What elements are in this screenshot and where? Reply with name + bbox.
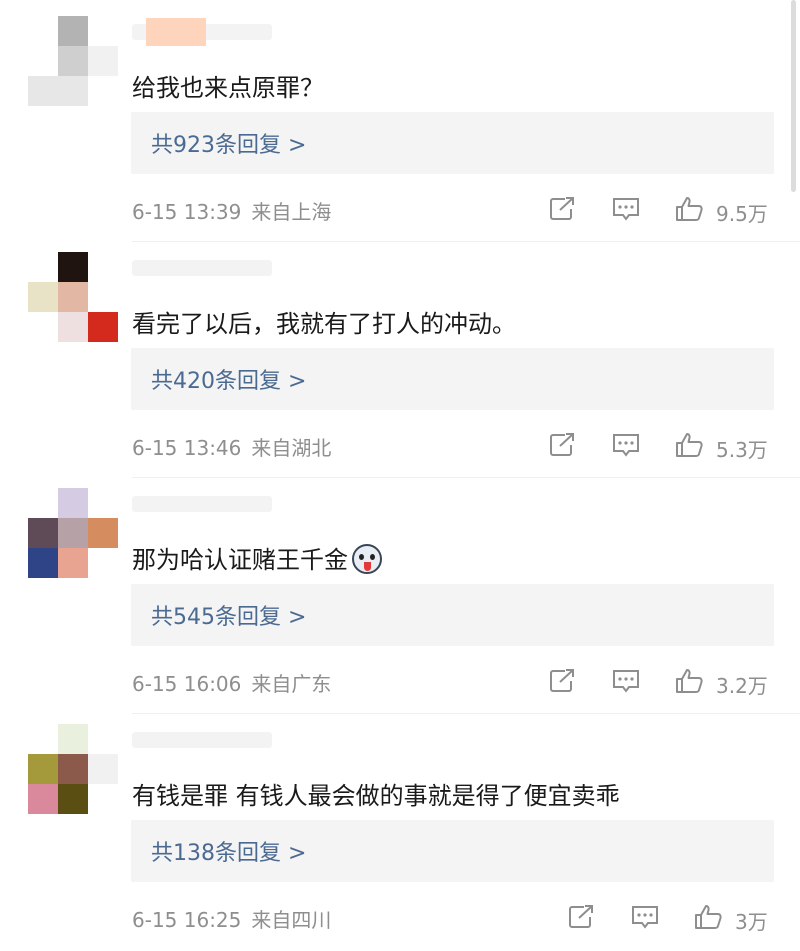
comment-text: 看完了以后，我就有了打人的冲动。 <box>132 310 516 338</box>
comment-date: 6-15 16:06 <box>132 672 242 696</box>
reply-box[interactable]: 共923条回复 > <box>131 112 774 174</box>
comment-item: 看完了以后，我就有了打人的冲动。 共420条回复 > 6-15 13:46 来自湖… <box>0 242 800 478</box>
avatar-pixel <box>88 312 118 342</box>
avatar-pixel <box>58 252 88 282</box>
avatar-pixel <box>58 76 88 106</box>
username[interactable] <box>132 492 332 514</box>
avatar-pixel <box>58 488 88 518</box>
share-icon[interactable] <box>567 904 597 930</box>
username-blurred <box>132 260 272 276</box>
comment-icon[interactable] <box>611 668 641 694</box>
comment-meta: 6-15 16:25 来自四川 <box>132 904 331 933</box>
avatar-pixel <box>28 784 58 814</box>
avatar-pixel <box>58 548 88 578</box>
username[interactable] <box>132 728 332 750</box>
avatar-pixel <box>58 784 88 814</box>
avatar-pixel <box>28 548 58 578</box>
like-icon[interactable] <box>674 668 704 694</box>
avatar-pixel <box>88 16 118 46</box>
reply-count-link[interactable]: 共420条回复 > <box>151 363 306 395</box>
avatar-pixel <box>88 252 118 282</box>
avatar-pixel <box>28 16 58 46</box>
avatar-pixel <box>28 724 58 754</box>
avatar-pixel <box>88 754 118 784</box>
like-count: 3万 <box>735 910 768 934</box>
comment-item: 给我也来点原罪？ 共923条回复 > 6-15 13:39 来自上海 9.5万 <box>0 6 800 242</box>
avatar-pixel <box>58 46 88 76</box>
avatar[interactable] <box>28 488 118 578</box>
avatar-pixel <box>28 76 58 106</box>
avatar-pixel <box>88 282 118 312</box>
avatar-pixel <box>28 282 58 312</box>
comment-date: 6-15 16:25 <box>132 908 242 932</box>
like-icon[interactable] <box>674 196 704 222</box>
avatar-pixel <box>28 252 58 282</box>
like-icon[interactable] <box>674 432 704 458</box>
avatar-pixel <box>58 754 88 784</box>
avatar[interactable] <box>28 724 118 814</box>
share-icon[interactable] <box>548 432 578 458</box>
username-blurred <box>132 496 272 512</box>
comment-date: 6-15 13:46 <box>132 436 242 460</box>
comment-meta: 6-15 16:06 来自广东 <box>132 668 331 697</box>
avatar-pixel <box>58 724 88 754</box>
username[interactable] <box>132 256 332 278</box>
avatar-pixel <box>88 46 118 76</box>
like-icon[interactable] <box>693 904 723 930</box>
avatar-pixel <box>28 312 58 342</box>
reply-box[interactable]: 共420条回复 > <box>131 348 774 410</box>
comment-item: 有钱是罪 有钱人最会做的事就是得了便宜卖乖 共138条回复 > 6-15 16:… <box>0 714 800 950</box>
avatar-pixel <box>58 312 88 342</box>
comment-icon[interactable] <box>630 904 660 930</box>
avatar-pixel <box>28 754 58 784</box>
avatar-pixel <box>58 16 88 46</box>
avatar-pixel <box>58 518 88 548</box>
share-icon[interactable] <box>548 668 578 694</box>
comment-text: 那为哈认证赌王千金 <box>132 540 382 575</box>
like-count: 9.5万 <box>716 202 768 226</box>
comment-icon[interactable] <box>611 432 641 458</box>
comment-text: 给我也来点原罪？ <box>132 74 324 102</box>
comment-location: 来自湖北 <box>251 436 332 460</box>
comment-text: 有钱是罪 有钱人最会做的事就是得了便宜卖乖 <box>132 782 620 810</box>
comment-location: 来自上海 <box>251 200 332 224</box>
avatar-pixel <box>58 282 88 312</box>
username[interactable] <box>132 18 332 46</box>
comment-location: 来自广东 <box>251 672 332 696</box>
reply-count-link[interactable]: 共545条回复 > <box>151 599 306 631</box>
comment-icon[interactable] <box>611 196 641 222</box>
avatar-pixel <box>88 784 118 814</box>
comment-text-content: 那为哈认证赌王千金 <box>132 546 348 574</box>
comment-date: 6-15 13:39 <box>132 200 242 224</box>
comment-item: 那为哈认证赌王千金 共545条回复 > 6-15 16:06 来自广东 3.2万 <box>0 478 800 714</box>
reply-box[interactable]: 共138条回复 > <box>131 820 774 882</box>
reply-box[interactable]: 共545条回复 > <box>131 584 774 646</box>
comment-meta: 6-15 13:39 来自上海 <box>132 196 331 225</box>
like-count: 3.2万 <box>716 674 768 698</box>
avatar-pixel <box>88 488 118 518</box>
avatar-pixel <box>28 46 58 76</box>
avatar[interactable] <box>28 252 118 342</box>
comment-meta: 6-15 13:46 来自湖北 <box>132 432 331 461</box>
dog-emoji-icon <box>352 544 382 574</box>
share-icon[interactable] <box>548 196 578 222</box>
reply-count-link[interactable]: 共923条回复 > <box>151 127 306 159</box>
username-badge <box>146 18 206 46</box>
comment-location: 来自四川 <box>251 908 332 932</box>
username-blurred <box>132 732 272 748</box>
avatar-pixel <box>28 518 58 548</box>
avatar-pixel <box>28 488 58 518</box>
avatar-pixel <box>88 724 118 754</box>
avatar[interactable] <box>28 16 118 106</box>
avatar-pixel <box>88 518 118 548</box>
reply-count-link[interactable]: 共138条回复 > <box>151 835 306 867</box>
like-count: 5.3万 <box>716 438 768 462</box>
avatar-pixel <box>88 76 118 106</box>
avatar-pixel <box>88 548 118 578</box>
